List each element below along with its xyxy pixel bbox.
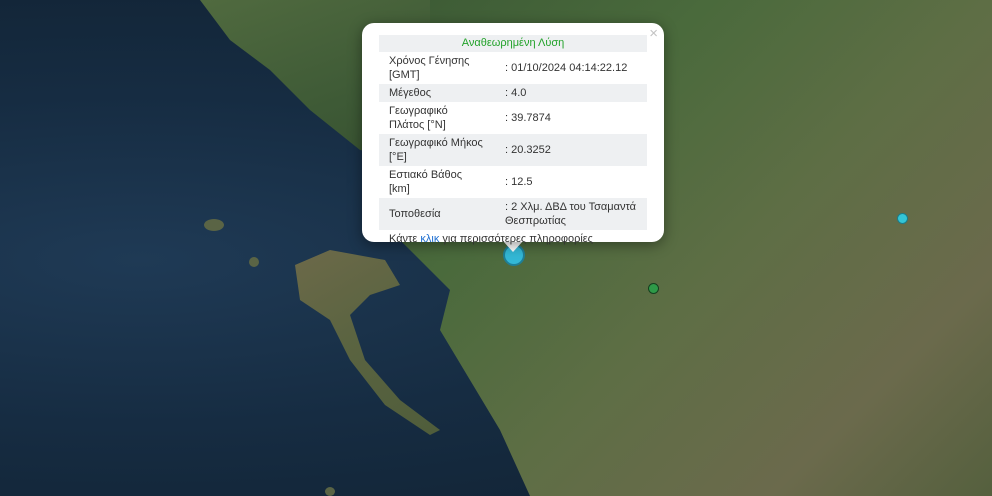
detail-key: Γεωγραφικό Πλάτος [°N] (389, 105, 448, 131)
earthquake-popup: × Αναθεωρημένη Λύση Χρόνος Γένησης [GMT]… (362, 23, 664, 245)
islet (249, 257, 259, 267)
popup-title: Αναθεωρημένη Λύση (379, 35, 647, 52)
detail-row-latitude: Γεωγραφικό Πλάτος [°N] : 39.7874 (379, 102, 647, 134)
detail-value: : 20.3252 (495, 134, 647, 166)
popup-footer: Κάντε κλικ για περισσότερες πληροφορίες (379, 231, 647, 247)
earthquake-marker-green[interactable] (648, 283, 659, 294)
close-icon[interactable]: × (649, 25, 658, 42)
detail-key: Εστιακό Βάθος [km] (389, 169, 463, 195)
map-view[interactable]: × Αναθεωρημένη Λύση Χρόνος Γένησης [GMT]… (0, 0, 992, 496)
earthquake-marker-east[interactable] (897, 213, 908, 224)
detail-value: : 12.5 (505, 176, 533, 188)
islet (325, 487, 335, 496)
footer-text-after: για περισσότερες πληροφορίες (439, 233, 593, 245)
more-info-link[interactable]: κλικ (420, 233, 439, 245)
detail-value: : 39.7874 (505, 112, 551, 124)
earthquake-details-table: Χρόνος Γένησης [GMT] : 01/10/2024 04:14:… (379, 52, 647, 230)
detail-row-longitude: Γεωγραφικό Μήκος [°E] : 20.3252 (379, 134, 647, 166)
islet (204, 219, 224, 231)
detail-key: Μέγεθος (379, 84, 495, 102)
detail-row-magnitude: Μέγεθος : 4.0 (379, 84, 647, 102)
detail-row-depth: Εστιακό Βάθος [km] : 12.5 (379, 166, 647, 198)
detail-key: Χρόνος Γένησης [GMT] (389, 55, 470, 81)
detail-row-location: Τοποθεσία : 2 Χλμ. ΔΒΔ του Τσαμαντά Θεσπ… (379, 198, 647, 230)
detail-value: : 4.0 (495, 84, 647, 102)
detail-key: Τοποθεσία (379, 198, 495, 230)
footer-text-before: Κάντε (389, 233, 421, 245)
detail-value: : 2 Χλμ. ΔΒΔ του Τσαμαντά Θεσπρωτίας (495, 198, 647, 230)
detail-value: : 01/10/2024 04:14:22.12 (505, 62, 628, 74)
detail-row-time: Χρόνος Γένησης [GMT] : 01/10/2024 04:14:… (379, 52, 647, 84)
detail-key: Γεωγραφικό Μήκος [°E] (379, 134, 495, 166)
